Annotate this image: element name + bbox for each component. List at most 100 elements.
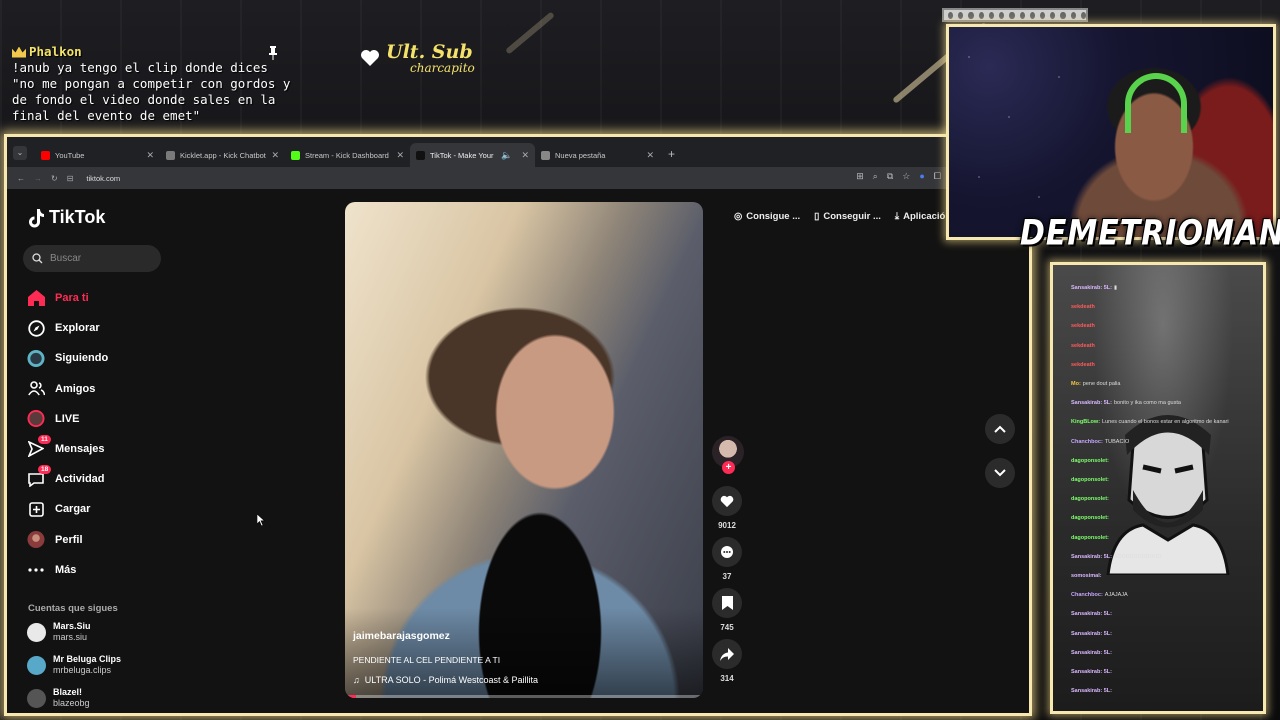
save-button[interactable]: 745 bbox=[712, 588, 742, 633]
avatar bbox=[27, 655, 46, 675]
author-avatar[interactable]: + bbox=[712, 436, 744, 474]
browser-tab[interactable]: YouTube ✕ bbox=[35, 143, 160, 167]
profile-icon bbox=[27, 531, 45, 549]
share-button[interactable]: 314 bbox=[712, 639, 742, 684]
mouse-cursor-icon bbox=[257, 514, 265, 526]
chat-message: Sansakirab: 5L: ▮ bbox=[1071, 285, 1117, 291]
sidebar-item-messages[interactable]: 11 Mensajes bbox=[27, 434, 187, 464]
video-music[interactable]: ♫ ULTRA SOLO - Polimá Westcoast & Paillit… bbox=[353, 675, 538, 685]
chat-message: Sansakirab: 5L: bonito y ika como ma gust… bbox=[1071, 400, 1181, 406]
headset bbox=[1125, 73, 1187, 133]
back-icon[interactable]: ← bbox=[17, 174, 25, 183]
chat-username: Sansakirab: 5L: bbox=[1071, 553, 1112, 560]
chat-message: sekdeath bbox=[1071, 343, 1097, 349]
music-note-icon: ♫ bbox=[353, 675, 360, 685]
previous-video-button[interactable] bbox=[985, 414, 1015, 444]
close-tab-icon[interactable]: ✕ bbox=[271, 150, 279, 161]
following-title: Cuentas que sigues bbox=[28, 603, 118, 614]
close-tab-icon[interactable]: ✕ bbox=[521, 150, 529, 161]
pinned-message: Phalkon !anub ya tengo el clip donde dic… bbox=[12, 44, 292, 124]
browser-tab[interactable]: Nueva pestaña ✕ bbox=[535, 143, 660, 167]
followed-account[interactable]: Mars.Siu mars.siu bbox=[27, 621, 91, 643]
share-count: 314 bbox=[720, 674, 734, 683]
video-author[interactable]: jaimebarajasgomez bbox=[353, 630, 450, 642]
tab-bar: ⌄ YouTube✕Kicklet.app - Kick Chatbot and… bbox=[7, 137, 947, 167]
sidebar-item-live[interactable]: LIVE bbox=[27, 404, 187, 434]
followed-account[interactable]: Mr Beluga Clips mrbeluga.clips bbox=[27, 654, 121, 676]
sidebar-item-more[interactable]: Más bbox=[27, 555, 187, 585]
sidebar-item-profile[interactable]: Perfil bbox=[27, 525, 187, 555]
video-progress[interactable] bbox=[345, 695, 703, 698]
chat-message: Mo: pene dout palia bbox=[1071, 381, 1120, 387]
close-tab-icon[interactable]: ✕ bbox=[396, 150, 404, 161]
tab-label: Stream - Kick Dashboard bbox=[305, 150, 389, 160]
chat-username: Sansakirab: 5L: bbox=[1071, 649, 1112, 656]
video-player[interactable]: jaimebarajasgomez PENDIENTE AL CEL PENDI… bbox=[345, 202, 703, 698]
tab-label: Kicklet.app - Kick Chatbot and bbox=[180, 150, 266, 160]
new-tab-button[interactable]: + bbox=[668, 147, 675, 161]
next-video-button[interactable] bbox=[985, 458, 1015, 488]
tab-search-button[interactable]: ⌄ bbox=[13, 146, 27, 160]
followed-account[interactable]: Blazel! blazeobg bbox=[27, 687, 90, 709]
get-coins-link[interactable]: ◎ Consigue ... bbox=[734, 211, 800, 222]
translate-icon[interactable]: ⊞ bbox=[856, 171, 864, 182]
pinned-text: !anub ya tengo el clip donde dices "no m… bbox=[12, 60, 291, 123]
pinned-username: Phalkon bbox=[29, 44, 82, 59]
get-app-link[interactable]: ▯ Conseguir ... bbox=[814, 211, 881, 222]
sidebar-item-compass[interactable]: Explorar bbox=[27, 313, 187, 343]
comment-button[interactable]: 37 bbox=[712, 537, 742, 582]
like-button[interactable]: 9012 bbox=[712, 486, 742, 531]
chat-username: Sansakirab: 5L: bbox=[1071, 285, 1112, 291]
sidebar-item-following[interactable]: Siguiendo bbox=[27, 343, 187, 373]
chat-username: dagoponsolet: bbox=[1071, 496, 1109, 503]
chat-username: dagoponsolet: bbox=[1071, 477, 1109, 483]
site-info-icon[interactable]: ⊟ bbox=[67, 174, 74, 183]
browser-tab[interactable]: TikTok - Make Your Day 🔈 ✕ bbox=[410, 143, 535, 167]
chat-username: Sansakirab: 5L: bbox=[1071, 669, 1112, 675]
reload-icon[interactable]: ↻ bbox=[51, 174, 58, 183]
chat-username: Sansakirab: 5L: bbox=[1071, 400, 1112, 407]
tab-favicon-icon bbox=[541, 150, 550, 160]
follow-plus-icon[interactable]: + bbox=[722, 461, 735, 474]
zoom-icon[interactable]: ⌕ bbox=[873, 171, 878, 182]
tab-label: YouTube bbox=[55, 150, 85, 160]
sidebar-item-friends[interactable]: Amigos bbox=[27, 374, 187, 404]
sidebar-item-label: Para ti bbox=[55, 292, 89, 305]
chat-message: Sansakirab: 5L: bbox=[1071, 611, 1114, 617]
chat-message: sekdeath bbox=[1071, 362, 1097, 368]
sidebar-item-activity[interactable]: 18 Actividad bbox=[27, 464, 187, 494]
live-icon bbox=[27, 410, 45, 428]
extension-icon[interactable]: ● bbox=[919, 171, 924, 182]
sidebar-item-home[interactable]: Para ti bbox=[27, 283, 187, 313]
url-field[interactable]: tiktok.com bbox=[86, 174, 120, 183]
sidebar-item-upload[interactable]: Cargar bbox=[27, 494, 187, 524]
search-input[interactable]: Buscar bbox=[23, 245, 161, 272]
extensions-puzzle-icon[interactable]: ⧠ bbox=[934, 171, 941, 182]
chat-message: dagoponsolet: bbox=[1071, 458, 1111, 464]
streamer-avatar-art bbox=[1106, 415, 1230, 575]
stream-chat-panel: Sansakirab: 5L: ▮ sekdeath sekdeath sekdeath… bbox=[1050, 262, 1266, 714]
avatar bbox=[27, 688, 46, 708]
bookmark-star-icon[interactable]: ☆ bbox=[902, 171, 910, 182]
sidebar-item-label: Siguiendo bbox=[55, 352, 109, 365]
speaker-icon[interactable]: 🔈 bbox=[501, 150, 512, 161]
desktop-app-link[interactable]: ⤓ Aplicación bbox=[895, 211, 951, 222]
chat-message: Sansakirab: 5L: bbox=[1071, 669, 1114, 675]
close-tab-icon[interactable]: ✕ bbox=[146, 150, 154, 161]
browser-tab[interactable]: Kicklet.app - Kick Chatbot and ✕ bbox=[160, 143, 285, 167]
chat-text: TUBACIO bbox=[1104, 438, 1130, 445]
chat-text: ▮ bbox=[1113, 285, 1117, 291]
chat-username: Chanchboc: bbox=[1071, 438, 1103, 445]
sidebar-item-label: Perfil bbox=[55, 533, 83, 546]
chat-message: Sansakirab: 5L: bbox=[1071, 688, 1114, 694]
tiktok-logo[interactable]: TikTok bbox=[27, 207, 105, 228]
browser-tab[interactable]: Stream - Kick Dashboard ✕ bbox=[285, 143, 410, 167]
install-icon[interactable]: ⧉ bbox=[887, 171, 893, 182]
crown-icon bbox=[12, 46, 26, 58]
forward-icon[interactable]: → bbox=[34, 174, 42, 183]
chat-text: Lunes cuando el bonos estar en algoritmo… bbox=[1102, 419, 1229, 426]
chat-message: dagoponsolet: bbox=[1071, 515, 1111, 521]
friends-icon bbox=[27, 380, 45, 398]
close-tab-icon[interactable]: ✕ bbox=[646, 150, 654, 161]
chat-username: Chanchboc: bbox=[1071, 592, 1103, 599]
